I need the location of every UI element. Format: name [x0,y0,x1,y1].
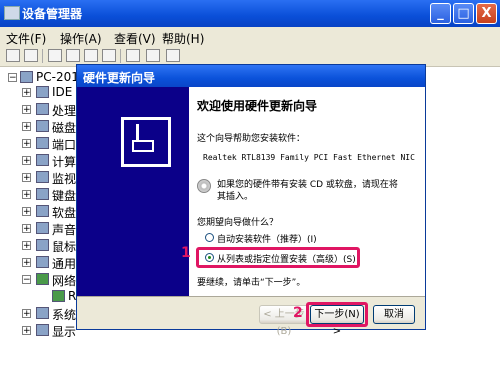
menu-view[interactable]: 查看(V) [114,30,156,47]
expand-icon[interactable]: + [22,190,31,200]
disk-drive-icon [36,120,49,132]
tree-item-label: 通用 [52,257,77,271]
tree-item-label: 计算 [52,155,77,169]
mouse-icon [36,239,49,251]
tree-item-label: 端口 [52,138,77,152]
wizard-title: 硬件更新向导 [83,71,156,85]
tree-item-label: 声音 [52,223,77,237]
expand-icon[interactable]: + [22,309,31,319]
device-manager-icon [4,6,20,20]
ide-controller-icon [36,86,49,98]
wizard-content: 欢迎使用硬件更新向导 这个向导帮助您安装软件： Realtek RTL8139 … [189,87,425,296]
print-icon[interactable] [66,49,80,62]
wizard-question: 您期望向导做什么？ [197,218,279,228]
menu-action[interactable]: 操作(A) [60,30,102,47]
forward-icon[interactable] [24,49,38,62]
tree-item-label: 鼠标 [52,240,77,254]
tree-item-label: 监视 [52,172,77,186]
disable-icon[interactable] [146,49,160,62]
usb-icon [36,256,49,268]
step-marker-2: 2 [293,305,303,321]
wizard-banner [77,87,189,296]
computer-icon [36,154,49,166]
network-adapter-icon [36,273,49,285]
next-button[interactable]: 下一步(N) > [310,305,364,337]
monitor-icon [36,171,49,183]
system-device-icon [36,307,49,319]
computer-icon [20,71,33,83]
wizard-separator [77,296,425,297]
window-titlebar: 设备管理器 _ □ X [0,0,500,27]
scan-icon[interactable] [102,49,116,62]
expand-icon[interactable]: + [22,241,31,251]
floppy-icon [36,205,49,217]
tree-item-label: 磁盘 [52,121,77,135]
cancel-button[interactable]: 取消 [373,305,415,324]
cd-hint-line2: 其插入。 [217,192,254,202]
help-icon[interactable] [84,49,98,62]
expand-icon[interactable]: + [22,105,31,115]
device-name: Realtek RTL8139 Family PCI Fast Ethernet… [203,153,415,162]
expand-icon[interactable]: + [22,156,31,166]
tree-item-label: 网络 [52,274,77,288]
expand-icon[interactable]: + [22,173,31,183]
hardware-icon-lead [136,124,139,140]
option-auto-install-label[interactable]: 自动安装软件（推荐）(I) [217,232,317,245]
wizard-heading: 欢迎使用硬件更新向导 [197,99,318,113]
keyboard-icon [36,188,49,200]
menu-bar: 文件(F) 操作(A) 查看(V) 帮助(H) [0,27,500,46]
expand-icon[interactable]: + [22,258,31,268]
minimize-button[interactable]: _ [430,3,451,24]
continue-hint: 要继续，请单击“下一步”。 [197,278,306,288]
tree-item-label: 系统 [52,308,77,322]
window-title: 设备管理器 [22,7,83,21]
step-marker-1: 1 [181,245,191,261]
close-button[interactable]: X [476,3,497,24]
expand-icon[interactable]: + [22,326,31,336]
expand-icon[interactable]: + [22,224,31,234]
maximize-button[interactable]: □ [453,3,474,24]
menu-file[interactable]: 文件(F) [6,30,46,47]
collapse-icon[interactable]: − [8,73,17,83]
hardware-wizard-icon [121,117,171,167]
tree-item-label: 处理 [52,104,77,118]
toolbar-separator [120,49,121,63]
processor-icon [36,103,49,115]
expand-icon[interactable]: + [22,122,31,132]
tree-item-label: 键盘 [52,189,77,203]
cd-icon [197,179,211,193]
network-card-icon [52,290,65,302]
properties-icon[interactable] [48,49,62,62]
sound-icon [36,222,49,234]
option-manual-install-label[interactable]: 从列表或指定位置安装（高级）(S) [217,252,356,265]
toolbar-separator [42,49,43,63]
hardware-update-wizard: 硬件更新向导 欢迎使用硬件更新向导 这个向导帮助您安装软件： Realtek R… [76,64,426,337]
expand-icon[interactable]: + [22,139,31,149]
menu-help[interactable]: 帮助(H) [162,30,204,47]
display-adapter-icon [36,324,49,336]
back-icon[interactable] [6,49,20,62]
tree-item-label: 软盘 [52,206,77,220]
wizard-titlebar: 硬件更新向导 [77,65,425,87]
hardware-icon-chip [132,140,154,152]
update-driver-icon[interactable] [126,49,140,62]
expand-icon[interactable]: + [22,207,31,217]
wizard-intro: 这个向导帮助您安装软件： [197,134,306,144]
port-icon [36,137,49,149]
radio-auto-install[interactable] [205,233,214,242]
tree-item-label: 显示 [52,325,77,339]
collapse-icon[interactable]: − [22,275,31,285]
uninstall-icon[interactable] [166,49,180,62]
expand-icon[interactable]: + [22,88,31,98]
radio-manual-install[interactable] [205,253,214,262]
